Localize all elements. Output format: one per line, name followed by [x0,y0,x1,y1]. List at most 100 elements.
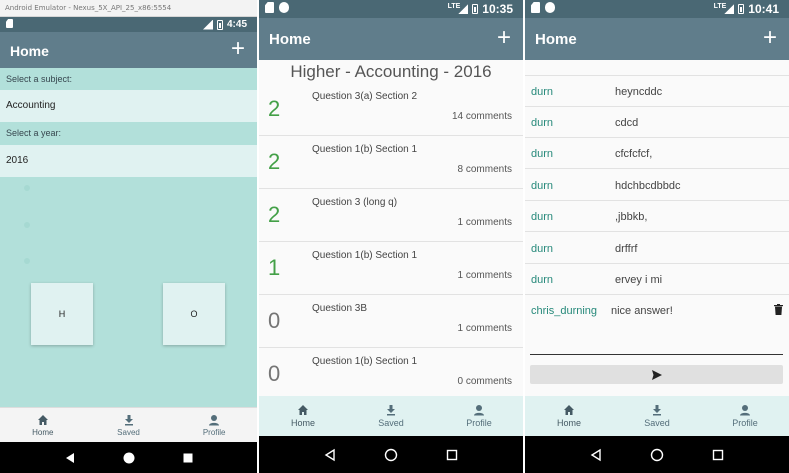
question-score: 2 [268,96,281,121]
recents-icon[interactable] [181,451,195,465]
nav-home-label: Home [290,418,315,428]
home-circle-icon[interactable] [384,448,398,462]
comment-row: durn ervey i mi [525,264,789,295]
question-name: Question 3 (long q) [312,197,398,208]
year-label: Select a year: [0,122,257,144]
send-button[interactable] [530,365,783,384]
comment-text: cfcfcfcf, [615,148,653,160]
question-score: 1 [268,255,281,280]
subject-label: Select a subject: [0,68,257,90]
app-bar: Home + [259,18,523,60]
app-bar: Home + [0,32,257,68]
nav-home[interactable]: Home [525,396,613,436]
comment-row: durn drffrf [525,233,789,264]
add-icon[interactable]: + [231,37,245,61]
sim-card-icon [265,2,274,13]
nav-home[interactable]: Home [259,396,347,436]
question-name: Question 1(b) Section 1 [312,144,418,155]
back-icon[interactable] [589,448,603,462]
question-score: 0 [268,308,281,333]
nav-profile-label: Profile [466,418,492,428]
comment-username[interactable]: durn [531,211,553,223]
nav-profile[interactable]: Profile [435,396,523,436]
comment-row: durn hdchbcdbbdc [525,170,789,201]
home-icon [298,405,308,415]
nav-profile-label: Profile [732,418,758,428]
recents-icon[interactable] [711,448,725,462]
question-name: Question 1(b) Section 1 [312,356,418,367]
higher-level-button[interactable]: H [31,283,93,345]
nav-home-label: Home [556,418,581,428]
question-row[interactable]: 1 Question 1(b) Section 1 1 comments [259,242,523,295]
nav-profile[interactable]: Profile [171,408,257,442]
nav-saved-label: Saved [378,418,404,428]
question-name: Question 1(b) Section 1 [312,250,418,261]
exam-heading: Higher - Accounting - 2016 [290,62,492,81]
question-row[interactable]: 0 Question 1(b) Section 1 0 comments [259,348,523,401]
nav-home[interactable]: Home [0,408,86,442]
background-dot [24,222,30,228]
question-row[interactable]: 2 Question 3(a) Section 2 14 comments [259,83,523,136]
nav-profile[interactable]: Profile [701,396,789,436]
nav-saved-label: Saved [117,427,140,437]
lte-icon: LTE [447,2,461,10]
page-title: Home [10,43,49,59]
question-comment-count: 1 comments [457,270,512,281]
comment-username[interactable]: durn [531,148,553,160]
question-row[interactable]: 2 Question 1(b) Section 1 8 comments [259,136,523,189]
subject-select[interactable]: Accounting [0,90,257,122]
comment-text: heyncddc [615,86,663,98]
notification-icon [545,2,555,13]
bottom-navigation: Home Saved Profile [525,396,789,436]
comment-text: cdcd [615,117,639,129]
comment-input[interactable] [530,338,783,355]
battery-icon [216,19,223,30]
question-row[interactable]: 2 Question 3 (long q) 1 comments [259,189,523,242]
person-icon [474,405,484,416]
home-circle-icon[interactable] [122,451,136,465]
nav-saved[interactable]: Saved [347,396,435,436]
comment-row: durn heyncddc [525,76,789,107]
add-icon[interactable]: + [497,26,511,50]
comment-username[interactable]: durn [531,243,553,255]
question-name: Question 3B [312,303,368,314]
comment-text: hdchbcdbbdc [615,180,681,192]
status-time: 10:41 [748,2,779,16]
person-icon [209,414,220,425]
comment-username[interactable]: durn [531,180,553,192]
page-title: Home [269,31,311,48]
question-comment-count: 14 comments [451,111,512,122]
comment-text: nice answer! [611,305,673,317]
recents-icon[interactable] [445,448,459,462]
question-score: 0 [268,361,281,386]
trash-icon[interactable] [774,304,783,315]
comment-username[interactable]: durn [531,86,553,98]
comment-row: durn cfcfcfcf, [525,138,789,169]
question-name: Question 3(a) Section 2 [312,91,418,102]
bottom-navigation: Home Saved Profile [259,396,523,436]
screen-question-list: LTE 10:35 Home + Higher - Accounting - 2… [259,0,523,473]
nav-saved[interactable]: Saved [86,408,172,442]
nav-saved[interactable]: Saved [613,396,701,436]
year-select[interactable]: 2016 [0,145,257,177]
ordinary-level-button[interactable]: O [163,283,225,345]
comment-row: durn ,jbbkb, [525,201,789,232]
comment-username[interactable]: durn [531,274,553,286]
comment-username[interactable]: durn [531,117,553,129]
home-circle-icon[interactable] [650,448,664,462]
question-comment-count: 8 comments [457,164,512,175]
back-icon[interactable] [63,451,77,465]
comment-username[interactable]: chris_durning [531,305,597,317]
battery-icon [472,4,479,14]
back-icon[interactable] [323,448,337,462]
question-row[interactable]: 0 Question 3B 1 comments [259,295,523,348]
bottom-navigation: Home Saved Profile [0,407,257,442]
comment-text: ervey i mi [615,274,663,286]
question-comment-count: 1 comments [457,217,512,228]
notification-icon [279,2,289,13]
question-comment-count: 0 comments [457,376,512,387]
nav-saved-label: Saved [644,418,670,428]
comment-row: chris_durning nice answer! [525,295,789,326]
status-bar: 4:45 [0,17,257,32]
comment-text: drffrf [615,243,638,255]
